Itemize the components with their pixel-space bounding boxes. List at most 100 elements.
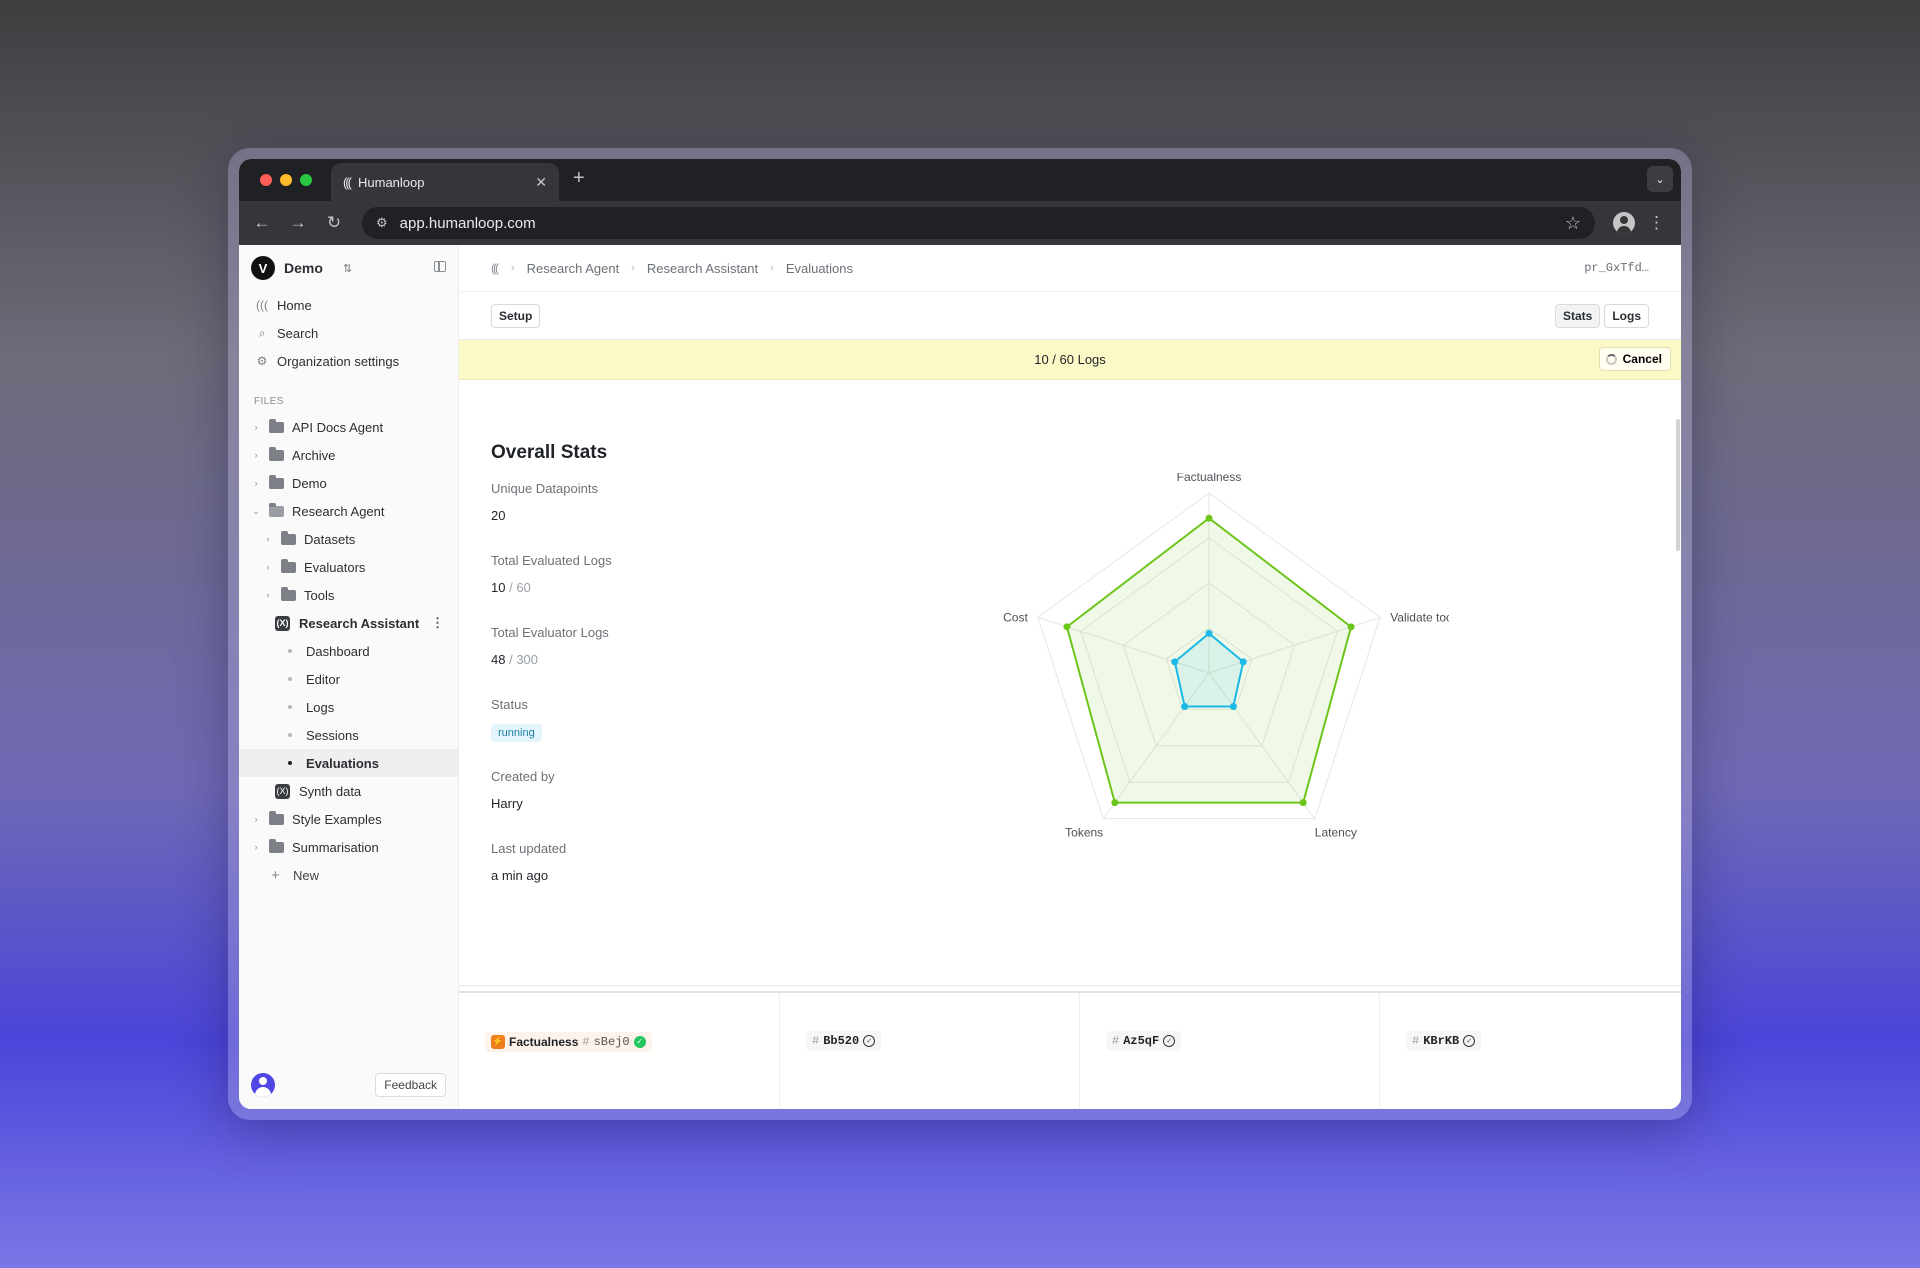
evaluator-tag[interactable]: # Az5qF ✓ (1106, 1031, 1182, 1051)
cancel-button[interactable]: Cancel (1598, 347, 1671, 371)
minimize-window-button[interactable] (280, 174, 292, 186)
reload-icon[interactable]: ↻ (319, 213, 349, 233)
tree-item-archive[interactable]: › Archive (239, 441, 458, 469)
evaluator-id: Az5qF (1123, 1034, 1160, 1048)
folder-icon (269, 474, 284, 489)
action-bar: Setup Stats Logs (459, 292, 1681, 340)
evaluation-id[interactable]: pr_GxTfd… (1584, 261, 1649, 275)
chevron-right-icon[interactable]: › (261, 590, 275, 600)
tree-item-demo[interactable]: › Demo (239, 469, 458, 497)
logs-tab[interactable]: Logs (1604, 303, 1649, 328)
tree-label: Dashboard (306, 643, 370, 659)
chevron-up-down-icon: ⇅ (342, 262, 353, 275)
tree-item-new[interactable]: + New (239, 861, 458, 889)
forward-icon[interactable]: → (283, 213, 313, 233)
check-circle-icon: ✓ (1463, 1035, 1476, 1047)
tree-item-research-assistant[interactable]: (X) Research Assistant ⋮ (239, 609, 458, 637)
chevron-right-icon[interactable]: › (249, 478, 263, 488)
evaluator-tag[interactable]: ⚡ Factualness # sBej0 ✓ (485, 1031, 652, 1052)
more-options-icon[interactable]: ⋮ (431, 615, 444, 631)
workspace-logo-icon: V (251, 256, 275, 280)
evaluator-tag[interactable]: # Bb520 ✓ (806, 1031, 882, 1051)
tree-item-evaluations[interactable]: Evaluations (239, 749, 458, 777)
evaluator-id: KBrKB (1423, 1034, 1460, 1048)
maximize-window-button[interactable] (300, 174, 312, 186)
close-tab-icon[interactable]: ✕ (535, 174, 547, 191)
evaluator-tag[interactable]: # KBrKB ✓ (1406, 1031, 1482, 1051)
nav-organization-settings[interactable]: ⚙ Organization settings (239, 347, 458, 375)
check-circle-icon: ✓ (863, 1035, 876, 1047)
browser-window: ((( Humanloop ✕ + ⌄ ← → ↻ ⚙ app.humanloo… (239, 159, 1681, 1109)
tree-label: API Docs Agent (292, 419, 384, 435)
humanloop-icon: ((( (256, 298, 268, 312)
tree-label: Datasets (304, 531, 356, 547)
hash-icon: # (1112, 1034, 1120, 1048)
tree-item-synth-data[interactable]: (X) Synth data (239, 777, 458, 805)
profile-icon[interactable] (1613, 212, 1635, 234)
tree-item-style-examples[interactable]: › Style Examples (239, 805, 458, 833)
user-avatar-icon[interactable] (251, 1073, 275, 1097)
created-by-label: Created by (491, 769, 555, 784)
chevron-right-icon[interactable]: › (249, 450, 263, 460)
close-window-button[interactable] (260, 174, 272, 186)
plus-icon: + (271, 866, 280, 884)
tree-item-api-docs-agent[interactable]: › API Docs Agent (239, 413, 458, 441)
tree-label: Demo (292, 475, 327, 491)
url-text[interactable]: app.humanloop.com (400, 215, 1565, 232)
setup-button[interactable]: Setup (491, 303, 541, 328)
spinner-icon (1605, 353, 1617, 365)
folder-icon (269, 838, 284, 853)
tree-item-editor[interactable]: Editor (239, 665, 458, 693)
check-circle-icon: ✓ (1163, 1035, 1176, 1047)
new-tab-icon[interactable]: + (573, 167, 585, 190)
tree-item-datasets[interactable]: › Datasets (239, 525, 458, 553)
radar-series-0-point (1063, 623, 1071, 631)
tree-label: New (293, 867, 320, 883)
tree-item-evaluators[interactable]: › Evaluators (239, 553, 458, 581)
sidebar-footer: Feedback (239, 1061, 458, 1109)
tree-label: Style Examples (292, 811, 382, 827)
tab-title: Humanloop (358, 174, 425, 190)
tab-bar: ((( Humanloop ✕ + ⌄ (239, 159, 1681, 201)
tab-search-icon[interactable]: ⌄ (1647, 166, 1673, 192)
chevron-right-icon[interactable]: › (249, 422, 263, 432)
address-bar[interactable]: ⚙ app.humanloop.com ☆ (362, 207, 1595, 239)
scrollbar[interactable] (1676, 419, 1680, 551)
tree-item-summarisation[interactable]: › Summarisation (239, 833, 458, 861)
nav-home[interactable]: ((( Home (239, 291, 458, 319)
chevron-right-icon[interactable]: › (249, 814, 263, 824)
breadcrumb-research-agent[interactable]: Research Agent (527, 261, 620, 276)
tree-label: Research Assistant (299, 615, 420, 631)
browser-tab[interactable]: ((( Humanloop ✕ (331, 163, 559, 201)
evaluator-logs-value: 48 / 300 (491, 652, 791, 673)
tree-item-research-agent[interactable]: ⌄ Research Agent (239, 497, 458, 525)
collapse-sidebar-icon[interactable] (434, 261, 446, 272)
chevron-down-icon[interactable]: ⌄ (249, 506, 263, 517)
back-icon[interactable]: ← (247, 213, 277, 233)
tree-item-dashboard[interactable]: Dashboard (239, 637, 458, 665)
tree-item-sessions[interactable]: Sessions (239, 721, 458, 749)
chevron-right-icon[interactable]: › (261, 562, 275, 572)
nav-search-label: Search (277, 325, 319, 341)
stats-tab[interactable]: Stats (1554, 303, 1601, 328)
bookmark-star-icon[interactable]: ☆ (1565, 213, 1581, 234)
humanloop-icon[interactable]: ((( (491, 261, 499, 275)
folder-icon (281, 558, 296, 573)
breadcrumb-separator-icon: › (511, 262, 515, 274)
feedback-button[interactable]: Feedback (375, 1073, 446, 1097)
nav-search[interactable]: ⌕ Search (239, 319, 458, 347)
browser-menu-icon[interactable]: ⋮ (1648, 213, 1665, 233)
status-badge: running (491, 724, 542, 742)
tree-item-logs[interactable]: Logs (239, 693, 458, 721)
chevron-right-icon[interactable]: › (249, 842, 263, 852)
evaluator-column: # Bb520 ✓ (780, 993, 1080, 1109)
evaluator-name: Factualness (509, 1034, 579, 1049)
chevron-right-icon[interactable]: › (261, 534, 275, 544)
site-settings-icon[interactable]: ⚙ (376, 215, 388, 231)
tree-label: Archive (292, 447, 336, 463)
breadcrumb-evaluations[interactable]: Evaluations (786, 261, 853, 276)
radar-series-0-point (1205, 514, 1213, 522)
workspace-switcher[interactable]: V Demo ⇅ (239, 245, 458, 291)
tree-item-tools[interactable]: › Tools (239, 581, 458, 609)
breadcrumb-research-assistant[interactable]: Research Assistant (647, 261, 758, 276)
